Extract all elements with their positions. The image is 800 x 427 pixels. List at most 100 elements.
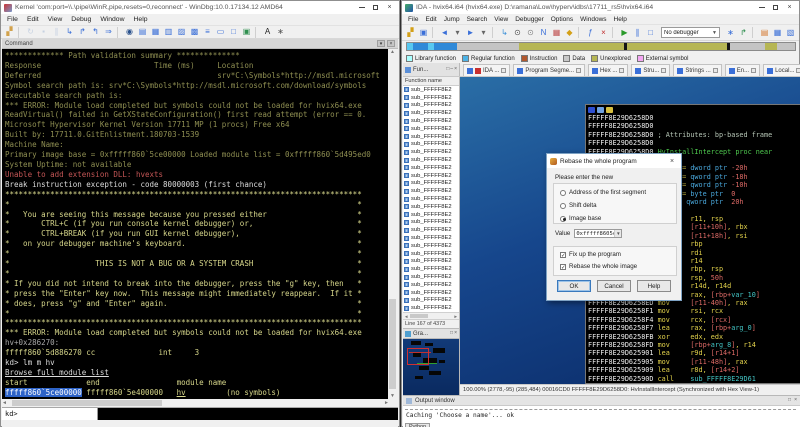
- scrollbar-thumb[interactable]: [389, 299, 396, 389]
- navband-segment[interactable]: [412, 43, 429, 50]
- close-button[interactable]: ×: [783, 3, 796, 13]
- function-list-item[interactable]: f sub_FFFFF8E2: [403, 180, 459, 188]
- minimize-button[interactable]: [755, 3, 768, 13]
- pause-icon[interactable]: ∥: [632, 27, 643, 38]
- menu-item-view[interactable]: View: [48, 16, 63, 23]
- colors-icon[interactable]: ◆: [564, 27, 575, 38]
- function-list-item[interactable]: f sub_FFFFF8E2: [403, 281, 459, 289]
- restart-icon[interactable]: ↻: [25, 27, 36, 38]
- cancel-icon[interactable]: ×: [598, 27, 609, 38]
- tab-ida[interactable]: IDA ...: [463, 64, 511, 76]
- tab-local[interactable]: Local...: [763, 64, 800, 76]
- console-link[interactable]: hv: [177, 388, 186, 397]
- menu-item-search[interactable]: Search: [467, 16, 488, 23]
- scrollbar-thumb[interactable]: [12, 400, 162, 406]
- function-list-item[interactable]: f sub_FFFFF8E2: [403, 265, 459, 273]
- search-next-icon[interactable]: ⊙: [525, 27, 536, 38]
- restore-icon[interactable]: □: [450, 331, 453, 336]
- disasm-line[interactable]: FFFFF8E29D6258F4 mov rcx, [rcx]: [588, 316, 800, 324]
- help-button[interactable]: Help: [637, 280, 671, 292]
- step-out-icon[interactable]: ↰: [90, 27, 101, 38]
- navband-segment[interactable]: [519, 43, 625, 50]
- console-link[interactable]: Browse full module list: [5, 368, 109, 377]
- radio-shift-delta[interactable]: Shift delta: [560, 202, 597, 209]
- disasm-line[interactable]: FFFFF8E29D6258F7 lea rax, [rbp+arg_0]: [588, 324, 800, 332]
- scratch-pad-icon[interactable]: □: [228, 27, 239, 38]
- tab-hex[interactable]: Hex ...: [588, 64, 629, 76]
- cancel-button[interactable]: Cancel: [597, 280, 631, 292]
- navband-segment[interactable]: [777, 43, 795, 50]
- forward-icon[interactable]: ►: [465, 27, 476, 38]
- script-icon[interactable]: ƒ: [585, 27, 596, 38]
- menu-item-window[interactable]: Window: [100, 16, 124, 23]
- save-icon[interactable]: ▣: [418, 27, 429, 38]
- close-icon[interactable]: ×: [454, 331, 457, 336]
- navigation-band[interactable]: [406, 42, 796, 51]
- back-icon[interactable]: ◄: [439, 27, 450, 38]
- stop-debugging-icon[interactable]: ▪: [38, 27, 49, 38]
- menu-item-jump[interactable]: Jump: [444, 16, 460, 23]
- functions-hscrollbar[interactable]: ◄ ►: [403, 312, 459, 319]
- maximize-button[interactable]: [369, 3, 382, 13]
- graph-overview[interactable]: [403, 339, 460, 395]
- function-list-item[interactable]: f sub_FFFFF8E2: [403, 133, 459, 141]
- scroll-right-icon[interactable]: ►: [384, 400, 389, 406]
- functions-column-header[interactable]: Function name: [403, 77, 459, 86]
- forward-dropdown-icon[interactable]: ▾: [478, 27, 489, 38]
- options-icon[interactable]: ∗: [275, 27, 286, 38]
- vertical-scrollbar[interactable]: ▲ ▼: [388, 49, 397, 399]
- font-icon[interactable]: A: [262, 27, 273, 38]
- function-list-item[interactable]: f sub_FFFFF8E2: [403, 219, 459, 227]
- function-list-item[interactable]: f sub_FFFFF8E2: [403, 211, 459, 219]
- output-window-caption[interactable]: Output window □ ×: [403, 396, 800, 406]
- command-input[interactable]: [98, 408, 398, 420]
- dock-icon[interactable]: ▾: [377, 40, 385, 47]
- close-button[interactable]: ×: [383, 3, 396, 13]
- menu-item-help[interactable]: Help: [134, 16, 148, 23]
- graph-overview-caption[interactable]: Gra... □ ×: [403, 328, 460, 339]
- disasm-line[interactable]: FFFFF8E29D6258FB xor edx, edx: [588, 333, 800, 341]
- back-dropdown-icon[interactable]: ▾: [452, 27, 463, 38]
- menu-item-debug[interactable]: Debug: [71, 16, 91, 23]
- tab-strings[interactable]: Strings ...: [673, 64, 722, 76]
- debugger-selector[interactable]: No debugger ▼: [661, 27, 720, 38]
- value-combo[interactable]: 0xfffff8605ce00000 ▼: [574, 229, 623, 238]
- restore-icon[interactable]: □: [788, 398, 791, 403]
- function-list-item[interactable]: f sub_FFFFF8E2: [403, 187, 459, 195]
- function-list-item[interactable]: f sub_FFFFF8E2: [403, 141, 459, 149]
- step-over-icon[interactable]: ↱: [77, 27, 88, 38]
- function-list-item[interactable]: f sub_FFFFF8E2: [403, 195, 459, 203]
- function-list-item[interactable]: f sub_FFFFF8E2: [403, 172, 459, 180]
- menu-item-view[interactable]: View: [494, 16, 508, 23]
- function-list-item[interactable]: f sub_FFFFF8E2: [403, 86, 459, 94]
- jump-icon[interactable]: ↳: [499, 27, 510, 38]
- rebase-dialog-titlebar[interactable]: Rebase the whole program ×: [547, 154, 681, 168]
- open-file-icon[interactable]: ▞: [405, 27, 416, 38]
- disassembly-window-icon[interactable]: ▭: [215, 27, 226, 38]
- pin-icon[interactable]: –: [450, 67, 453, 72]
- disasm-line[interactable]: FFFFF8E29D625905 mov [r11-48h], rax: [588, 358, 800, 366]
- close-icon[interactable]: ×: [794, 398, 797, 403]
- menu-item-help[interactable]: Help: [614, 16, 627, 23]
- function-list-item[interactable]: f sub_FFFFF8E2: [403, 125, 459, 133]
- disasm-line[interactable]: FFFFF8E29D6258D0: [588, 139, 800, 147]
- command-panel-caption[interactable]: Command ▾ ×: [2, 39, 398, 49]
- step-trace-icon[interactable]: ↱: [738, 27, 749, 38]
- function-list-item[interactable]: f sub_FFFFF8E2: [403, 102, 459, 110]
- navband-segment[interactable]: [764, 43, 778, 50]
- call-stack-window-icon[interactable]: ≡: [202, 27, 213, 38]
- step-into-icon[interactable]: ↳: [64, 27, 75, 38]
- structures-icon[interactable]: ▦: [772, 27, 783, 38]
- navband-segment[interactable]: [729, 43, 765, 50]
- cli-language-button[interactable]: Python: [405, 423, 431, 427]
- function-list-item[interactable]: f sub_FFFFF8E2: [403, 273, 459, 281]
- scroll-up-icon[interactable]: ▲: [390, 49, 395, 55]
- ida-titlebar[interactable]: IDA - hvix64.i64 (hvix64.exe) D:\ramana\…: [402, 1, 799, 14]
- navband-segment[interactable]: [626, 43, 728, 50]
- horizontal-scrollbar[interactable]: ◄ ►: [2, 399, 389, 407]
- disasm-line[interactable]: FFFFF8E29D625909 lea r8d, [r14+2]: [588, 366, 800, 374]
- function-list-item[interactable]: f sub_FFFFF8E2: [403, 234, 459, 242]
- function-list-item[interactable]: f sub_FFFFF8E2: [403, 242, 459, 250]
- memory-window-icon[interactable]: ▩: [189, 27, 200, 38]
- menu-item-file[interactable]: File: [408, 16, 418, 23]
